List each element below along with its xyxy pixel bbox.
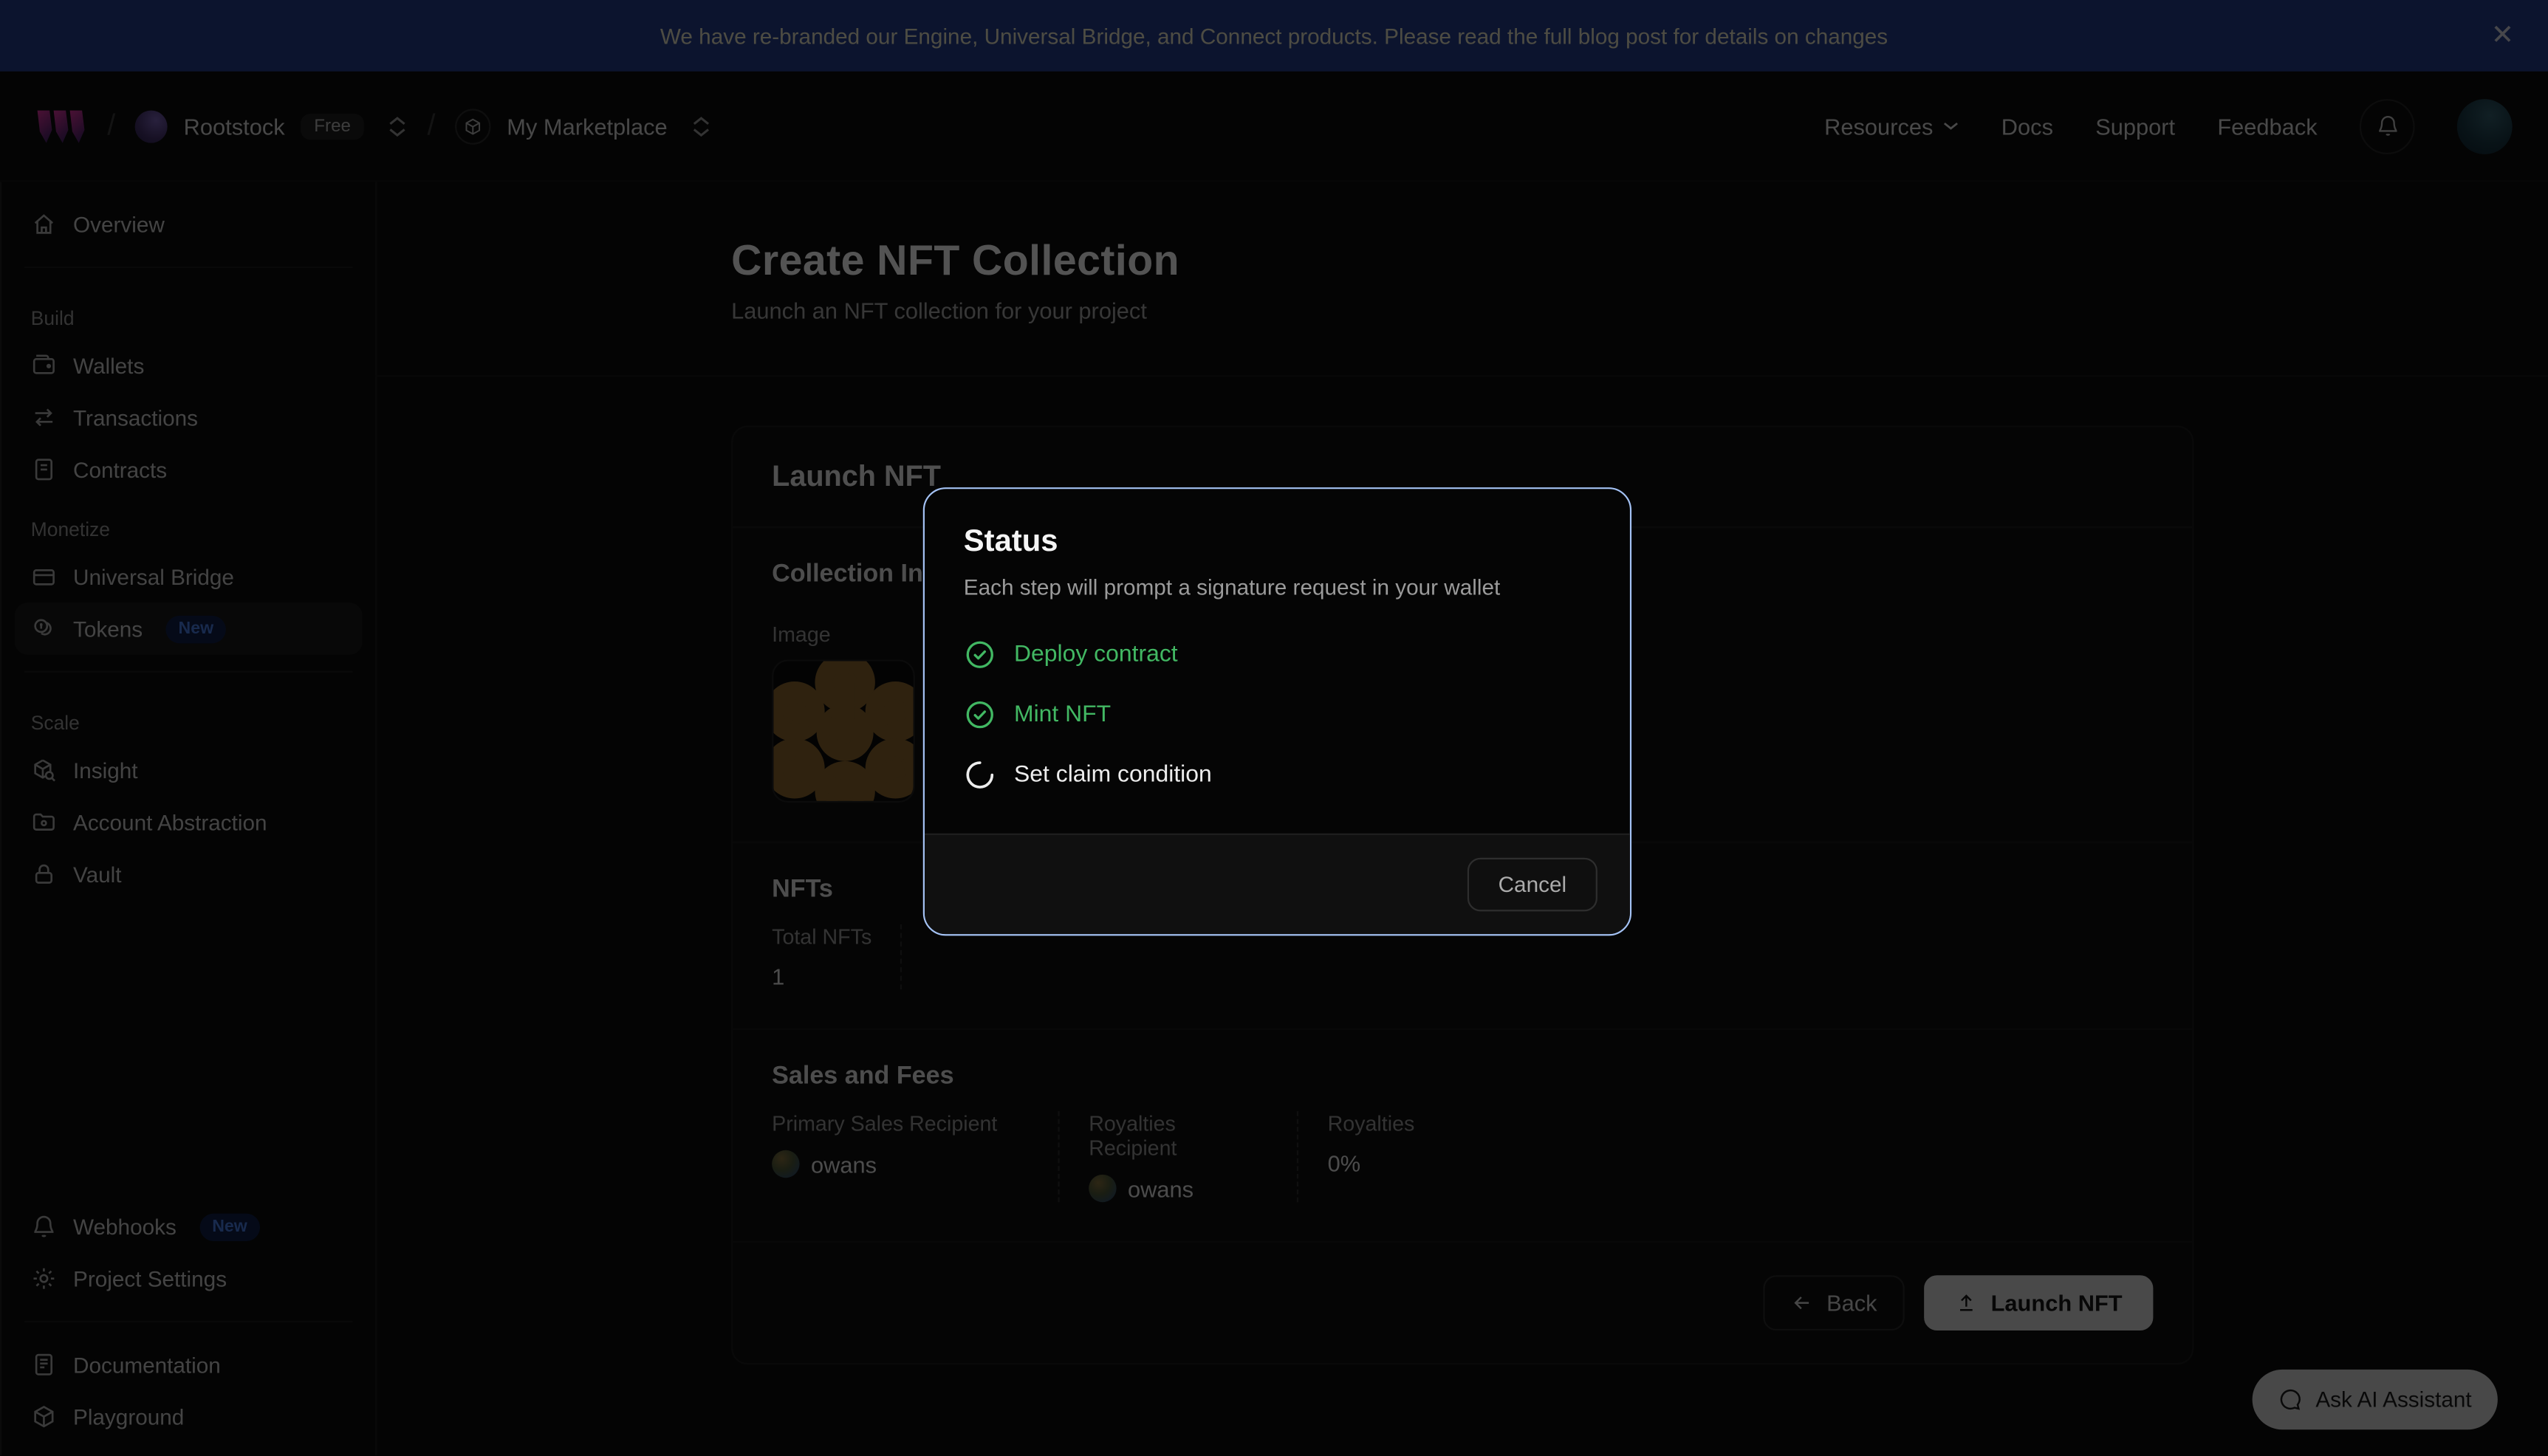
step-set-claim-condition: Set claim condition [964, 759, 1591, 791]
step-label: Deploy contract [1014, 642, 1178, 667]
step-label: Set claim condition [1014, 762, 1212, 788]
status-modal-body: Status Each step will prompt a signature… [925, 489, 1630, 833]
modal-subtitle: Each step will prompt a signature reques… [964, 575, 1591, 600]
cancel-button-label: Cancel [1499, 873, 1566, 897]
modal-title: Status [964, 525, 1591, 560]
status-modal: Status Each step will prompt a signature… [923, 487, 1631, 935]
status-modal-footer: Cancel [925, 834, 1630, 934]
status-steps: Deploy contract Mint NFT Set claim condi… [964, 639, 1591, 791]
step-mint-nft: Mint NFT [964, 698, 1591, 731]
check-circle-icon [964, 639, 996, 671]
cancel-button[interactable]: Cancel [1468, 858, 1597, 912]
app-root: We have re-branded our Engine, Universal… [0, 0, 2548, 1455]
step-deploy-contract: Deploy contract [964, 639, 1591, 671]
check-circle-icon [964, 698, 996, 731]
step-label: Mint NFT [1014, 702, 1111, 728]
spinner-icon [964, 759, 996, 791]
